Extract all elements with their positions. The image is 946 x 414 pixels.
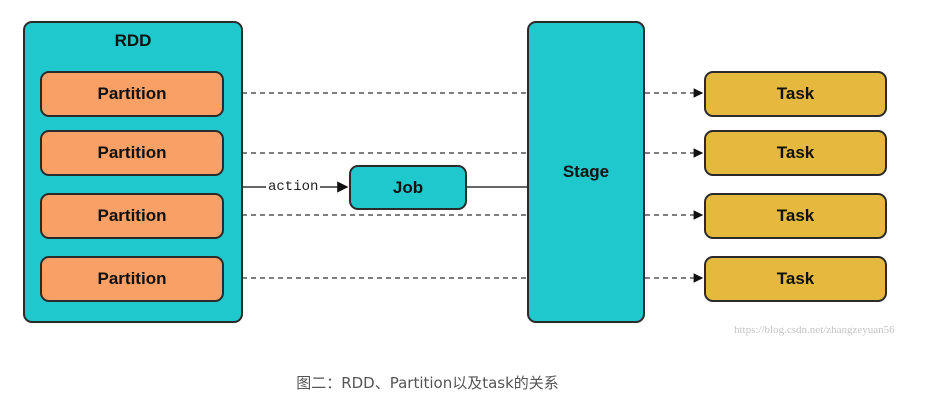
- rdd-label: RDD: [114, 31, 152, 50]
- watermark-text: https://blog.csdn.net/zhangzeyuan56: [734, 324, 895, 336]
- task-box-3: Task: [704, 193, 887, 239]
- task-box-2: Task: [704, 130, 887, 176]
- partition-box-3: Partition: [40, 193, 224, 239]
- partition-box-1: Partition: [40, 71, 224, 117]
- task-box-1: Task: [704, 71, 887, 117]
- partition-box-4: Partition: [40, 256, 224, 302]
- partition-box-2: Partition: [40, 130, 224, 176]
- stage-box: Stage: [527, 21, 645, 323]
- figure-caption: 图二：RDD、Partition以及task的关系: [296, 374, 559, 392]
- job-box: Job: [349, 165, 467, 210]
- task-box-4: Task: [704, 256, 887, 302]
- action-label: action: [266, 179, 321, 195]
